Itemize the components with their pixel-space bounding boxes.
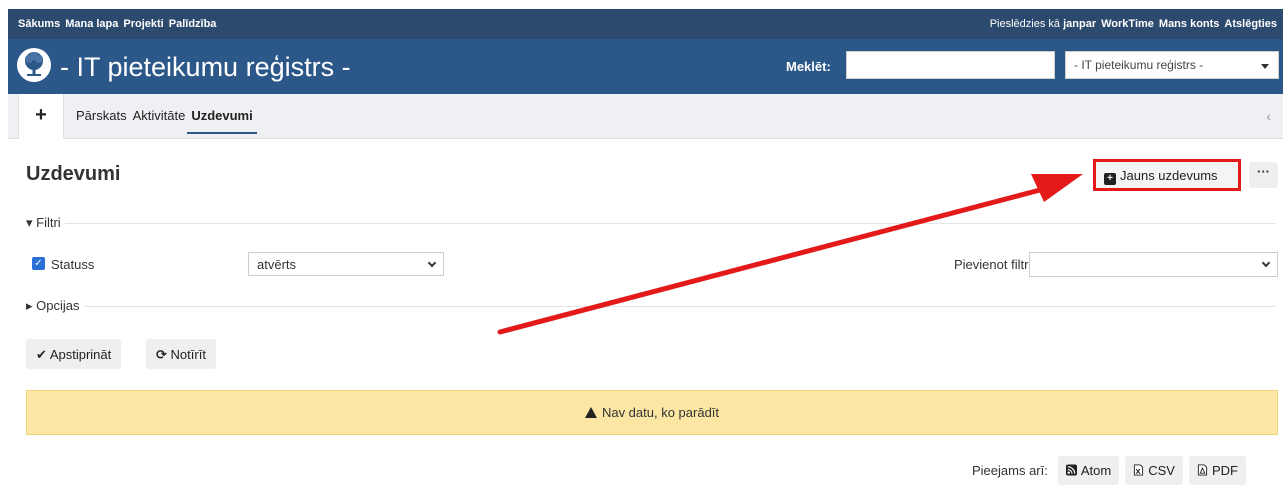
- content: Uzdevumi + Jauns uzdevums ··· ▾ Filtri ✓ …: [8, 139, 1283, 502]
- main-menu: + Pārskats Aktivitāte Uzdevumi ‹: [8, 94, 1283, 139]
- status-operator-value: atvērts: [257, 257, 297, 272]
- atom-link[interactable]: Atom: [1057, 456, 1120, 485]
- apply-button[interactable]: ✔ Apstiprināt: [26, 339, 122, 369]
- new-issue-label: Jauns uzdevums: [1120, 168, 1218, 183]
- options-divider: [26, 306, 1276, 307]
- no-data-notice: Nav datu, ko parādīt: [26, 390, 1278, 435]
- caret-down-icon: [1261, 64, 1269, 69]
- filters-toggle[interactable]: ▾ Filtri: [26, 215, 65, 231]
- clear-label: Notīrīt: [170, 347, 206, 362]
- search-label: Meklēt:: [786, 59, 831, 74]
- project-title: - IT pieteikumu reģistrs -: [60, 52, 351, 82]
- top-menu-help[interactable]: Palīdzība: [169, 18, 217, 30]
- project-jump-select[interactable]: - IT pieteikumu reģistrs -: [1065, 51, 1279, 79]
- top-menu: Sākums Mana lapa Projekti Palīdzība Pies…: [8, 9, 1283, 39]
- tab-activity[interactable]: Aktivitāte: [133, 108, 186, 133]
- project-jump-value: - IT pieteikumu reģistrs -: [1074, 58, 1204, 72]
- also-available-label: Pieejams arī:: [972, 463, 1048, 478]
- chevron-down-icon: [427, 258, 437, 268]
- search-input[interactable]: [846, 51, 1055, 79]
- clear-button[interactable]: ⟳ Notīrīt: [146, 339, 216, 369]
- status-filter-label: Statuss: [51, 257, 95, 272]
- no-data-text: Nav datu, ko parādīt: [601, 405, 720, 420]
- top-menu-worktime[interactable]: WorkTime: [1101, 18, 1154, 30]
- top-menu-right: Pieslēdzies kā janpar WorkTime Mans kont…: [990, 18, 1277, 30]
- top-menu-home[interactable]: Sākums: [18, 18, 60, 30]
- tab-overview[interactable]: Pārskats: [76, 108, 127, 133]
- tabs: Pārskats Aktivitāte Uzdevumi: [76, 108, 258, 134]
- page-title: Uzdevumi: [26, 163, 121, 185]
- new-object-button[interactable]: +: [18, 94, 64, 139]
- csv-label: CSV: [1148, 463, 1175, 478]
- tree-logo-icon: [17, 48, 51, 82]
- top-menu-my-account[interactable]: Mans konts: [1159, 18, 1220, 30]
- status-operator-select[interactable]: atvērts: [248, 252, 444, 276]
- file-csv-icon: [1134, 464, 1144, 476]
- other-formats: Pieejams arī: Atom CSV PDF: [972, 456, 1246, 485]
- refresh-icon: ⟳: [156, 347, 167, 362]
- new-issue-button[interactable]: + Jauns uzdevums: [1093, 159, 1241, 191]
- pdf-label: PDF: [1211, 463, 1238, 478]
- chevron-down-icon: [1261, 258, 1271, 268]
- apply-label: Apstiprināt: [49, 347, 112, 362]
- logged-in-user-link[interactable]: janpar: [1063, 18, 1096, 30]
- add-filter-label: Pievienot filtru: [954, 257, 1036, 272]
- logged-in-as-label: Pieslēdzies kā janpar: [989, 18, 1097, 30]
- csv-link[interactable]: CSV: [1125, 456, 1183, 485]
- top-menu-projects[interactable]: Projekti: [123, 18, 163, 30]
- add-filter-select[interactable]: [1029, 252, 1278, 277]
- chevron-left-icon[interactable]: ‹: [1266, 108, 1271, 124]
- status-filter-checkbox[interactable]: ✓: [32, 257, 45, 270]
- warning-triangle-icon: [584, 407, 597, 418]
- more-actions-button[interactable]: ···: [1249, 162, 1278, 188]
- options-toggle[interactable]: ▸ Opcijas: [26, 298, 84, 314]
- tab-issues[interactable]: Uzdevumi: [187, 108, 258, 134]
- top-menu-left: Sākums Mana lapa Projekti Palīdzība: [18, 18, 216, 30]
- check-icon: ✔: [36, 347, 47, 362]
- atom-label: Atom: [1080, 463, 1112, 478]
- header: - IT pieteikumu reģistrs - Meklēt: - IT …: [8, 39, 1283, 94]
- top-menu-my-page[interactable]: Mana lapa: [65, 18, 118, 30]
- filters-divider: [26, 223, 1276, 224]
- plus-square-icon: +: [1104, 173, 1116, 185]
- top-menu-sign-out[interactable]: Atslēgties: [1224, 18, 1277, 30]
- feed-icon: [1065, 464, 1077, 476]
- pdf-link[interactable]: PDF: [1188, 456, 1246, 485]
- file-pdf-icon: [1197, 464, 1208, 476]
